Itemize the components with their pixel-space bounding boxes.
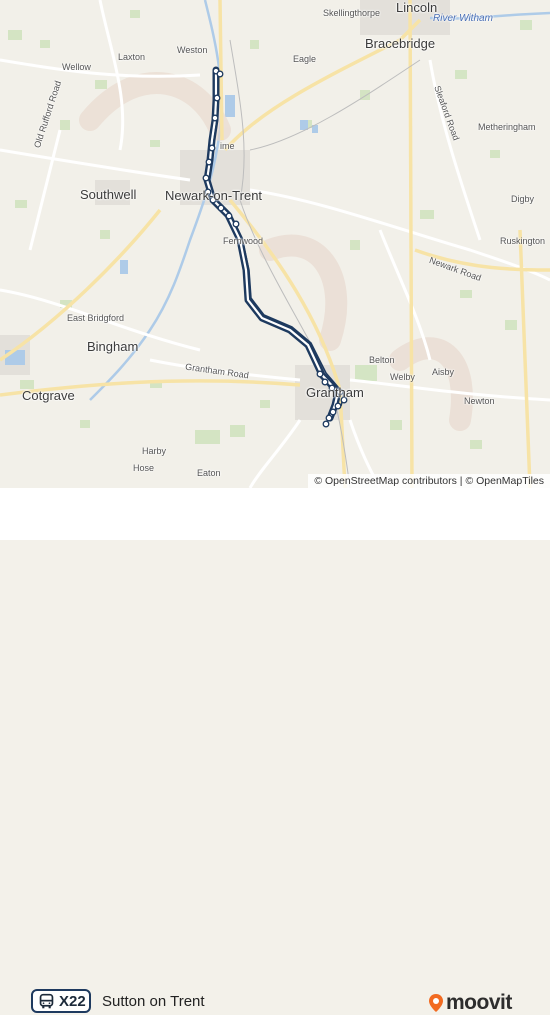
label-eagle: Eagle	[293, 54, 317, 64]
label-aisby: Aisby	[432, 367, 455, 377]
route-badge[interactable]: X22	[31, 989, 91, 1013]
label-laxton: Laxton	[118, 52, 146, 62]
label-southwell: Southwell	[80, 187, 137, 202]
brand-name: moovit	[446, 991, 512, 1014]
label-bingham: Bingham	[87, 339, 139, 354]
route-footer: X22 Sutton on Trent moovit	[0, 488, 550, 1014]
label-belton: Belton	[369, 355, 395, 365]
map-attribution[interactable]: © OpenStreetMap contributors | © OpenMap…	[308, 474, 550, 488]
label-river-witham: River Witham	[433, 13, 493, 24]
bus-icon	[39, 993, 54, 1008]
label-wellow: Wellow	[62, 62, 91, 72]
label-welby: Welby	[390, 372, 415, 382]
label-skellingthorpe: Skellingthorpe	[323, 8, 381, 18]
label-weston: Weston	[177, 45, 208, 55]
label-cotgrave: Cotgrave	[22, 388, 75, 403]
label-lincoln: Lincoln	[396, 0, 438, 15]
label-fernwood: Fernwood	[223, 236, 264, 246]
label-harby: Harby	[142, 446, 167, 456]
label-holme: ime	[220, 141, 235, 151]
label-digby: Digby	[511, 194, 535, 204]
label-ruskington: Ruskington	[500, 236, 546, 246]
label-metheringham: Metheringham	[478, 122, 536, 132]
label-east-bridgford: East Bridgford	[67, 313, 125, 323]
label-eaton: Eaton	[197, 468, 221, 478]
moovit-logo[interactable]: moovit	[428, 991, 512, 1015]
route-destination: Sutton on Trent	[102, 993, 205, 1010]
route-number: X22	[59, 992, 86, 1010]
label-newark-on-trent: Newark-on-Trent	[165, 188, 263, 203]
map-canvas	[0, 0, 550, 489]
label-hose: Hose	[133, 463, 155, 473]
label-newton: Newton	[464, 396, 495, 406]
route-map[interactable]: Lincoln Skellingthorpe River Witham Brac…	[0, 0, 550, 489]
location-pin-icon	[429, 994, 443, 1012]
label-bracebridge: Bracebridge	[365, 36, 436, 51]
label-grantham: Grantham	[306, 385, 364, 400]
